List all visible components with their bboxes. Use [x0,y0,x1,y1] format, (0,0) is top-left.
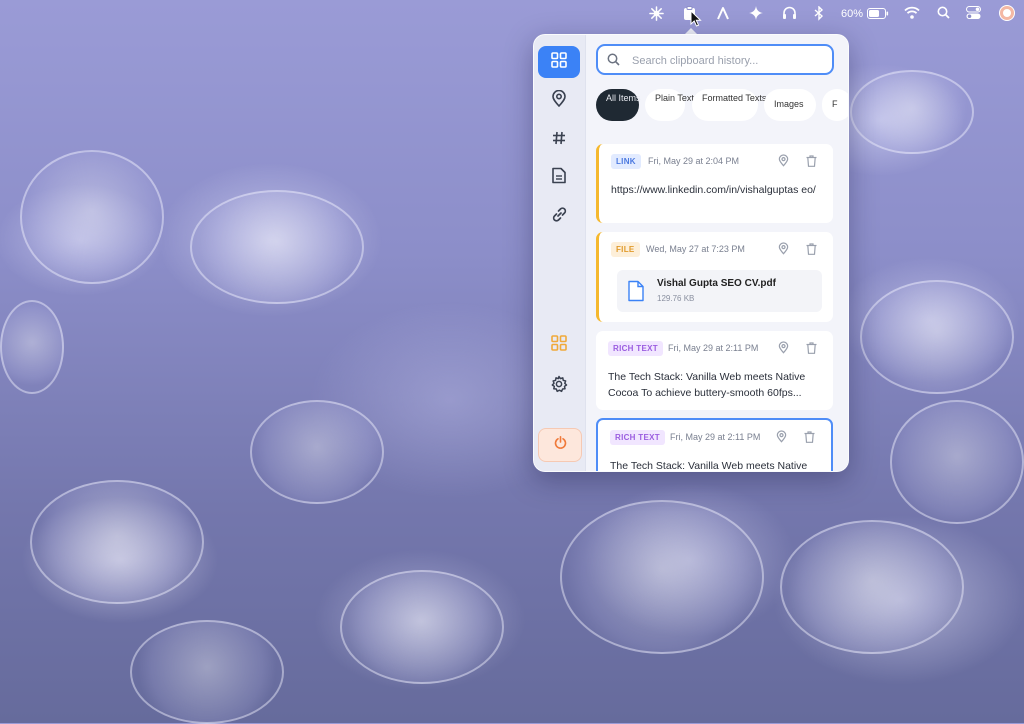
sidebar-item-documents[interactable] [538,162,580,194]
item-date: Fri, May 29 at 2:11 PM [670,432,761,442]
arrow-up-icon[interactable] [716,6,730,20]
clipboard-main: All Items Plain Text Formatted Texts Ima… [586,35,848,471]
search-input[interactable] [630,51,829,71]
search-icon[interactable] [937,6,950,19]
item-text: The Tech Stack: Vanilla Web meets Native… [608,371,806,399]
chip-all-items[interactable]: All Items [596,89,641,121]
item-date: Wed, May 27 at 7:23 PM [646,244,745,254]
trash-icon[interactable] [804,430,815,448]
gear-icon [550,375,568,398]
sidebar-item-pinned[interactable] [538,85,580,117]
file-size: 129.76 KB [657,294,695,303]
item-text: The Tech Stack: Vanilla Web meets Native [610,460,808,471]
file-attachment[interactable]: Vishal Gupta SEO CV.pdf 129.76 KB [617,270,822,312]
clipboard-list: LINK Fri, May 29 at 2:04 PM https://www.… [596,135,836,471]
jellyfish-shape [890,400,1024,524]
sidebar [534,35,586,471]
clipboard-popover: All Items Plain Text Formatted Texts Ima… [533,34,849,472]
type-badge: RICH TEXT [610,430,665,445]
chip-label: All Items [606,93,641,103]
item-text: https://www.linkedin.com/in/vishalguptas… [611,184,816,196]
file-icon [627,280,645,307]
item-date: Fri, May 29 at 2:11 PM [668,343,759,353]
type-badge: LINK [611,154,641,169]
chip-label: Images [774,99,804,109]
search-icon [607,53,620,71]
trash-icon[interactable] [806,242,817,260]
jellyfish-shape [190,190,364,304]
star-icon[interactable] [749,6,763,20]
control-center-icon[interactable] [966,6,981,20]
clipboard-item[interactable]: RICH TEXT Fri, May 29 at 2:11 PM The Tec… [596,331,833,410]
item-date: Fri, May 29 at 2:04 PM [648,156,740,166]
jellyfish-shape [250,400,384,504]
user-avatar-icon[interactable] [999,5,1015,21]
pin-icon[interactable] [778,242,789,260]
trash-icon[interactable] [806,154,817,172]
filter-chips: All Items Plain Text Formatted Texts Ima… [596,89,848,123]
mouse-cursor-icon [690,9,702,32]
trash-icon[interactable] [806,341,817,359]
chip-formatted-texts[interactable]: Formatted Texts [692,89,766,121]
jellyfish-shape [30,480,204,604]
chip-images[interactable]: Images [764,89,816,121]
file-name: Vishal Gupta SEO CV.pdf [657,278,776,289]
jellyfish-shape [340,570,504,684]
sidebar-item-apps[interactable] [538,329,580,361]
clipboard-item[interactable]: FILE Wed, May 27 at 7:23 PM Vishal Gupta… [596,232,833,322]
hash-icon [552,131,566,150]
pin-icon [551,89,567,112]
pin-icon[interactable] [776,430,787,448]
jellyfish-shape [0,300,64,394]
clipboard-item-selected[interactable]: RICH TEXT Fri, May 29 at 2:11 PM The Tec… [596,418,833,471]
settings-button[interactable] [538,370,580,402]
search-box[interactable] [596,44,834,75]
chip-label: F [832,99,838,109]
wifi-icon[interactable] [904,6,920,19]
pin-icon[interactable] [778,154,789,172]
apps-grid-icon [551,334,567,356]
chip-label: Formatted Texts [702,93,767,103]
pin-icon[interactable] [778,341,789,359]
sparkle-burst-icon[interactable] [649,6,664,21]
jellyfish-shape [560,500,764,654]
grid-icon [551,51,567,73]
chip-more[interactable]: F [822,89,848,121]
jellyfish-shape [20,150,164,284]
power-icon [554,436,567,454]
jellyfish-shape [130,620,284,724]
link-icon [551,206,568,228]
clipboard-item[interactable]: LINK Fri, May 29 at 2:04 PM https://www.… [596,144,833,223]
chip-plain-text[interactable]: Plain Text [645,89,694,121]
sidebar-item-links[interactable] [538,201,580,233]
chip-label: Plain Text [655,93,694,103]
sidebar-item-tags[interactable] [538,124,580,156]
sidebar-item-all[interactable] [538,46,580,78]
type-badge: RICH TEXT [608,341,663,356]
document-icon [552,167,566,189]
headphones-icon[interactable] [782,6,797,20]
battery-icon[interactable] [867,8,889,19]
battery-percent: 60% [841,8,864,20]
bluetooth-icon[interactable] [814,6,824,21]
jellyfish-shape [780,520,964,654]
quit-button[interactable] [538,428,582,462]
menu-bar: 60% [0,0,1024,28]
jellyfish-shape [860,280,1014,394]
jellyfish-shape [850,70,974,154]
type-badge: FILE [611,242,640,257]
